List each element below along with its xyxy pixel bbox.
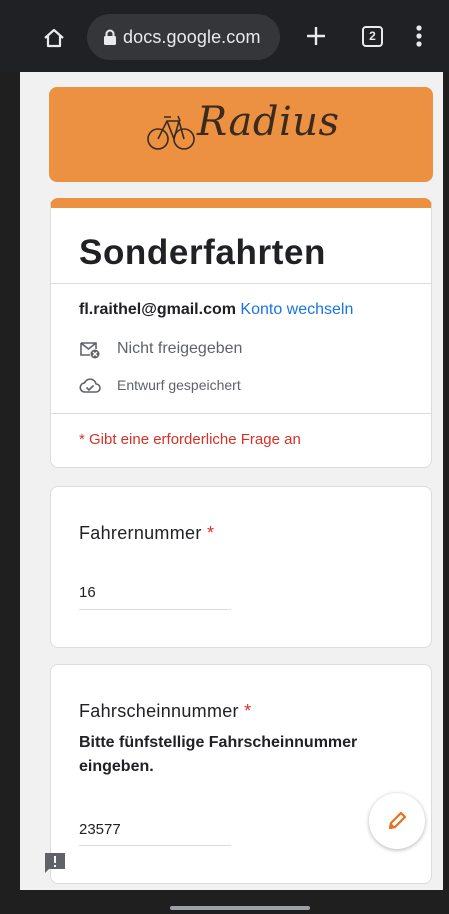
question-card-fahrscheinnummer: Fahrscheinnummer * Bitte fünfstellige Fa… [50,664,432,884]
share-status-text: Nicht freigegeben [117,340,243,357]
account-email: fl.raithel@gmail.com [79,301,236,318]
lock-icon [104,29,116,45]
plus-icon[interactable] [304,24,328,48]
feedback-icon[interactable] [43,851,67,875]
required-marker: * [244,701,252,721]
switch-account-link[interactable]: Konto wechseln [240,301,353,318]
save-status-text: Entwurf gespeichert [117,377,241,393]
answer-input[interactable]: 23577 [79,821,121,838]
answer-underline [79,609,231,610]
form-banner: Radius [49,87,433,182]
bicycle-icon [147,115,195,150]
question-title: Fahrscheinnummer * [79,701,251,722]
divider [51,413,431,414]
address-bar[interactable]: docs.google.com [87,14,280,60]
browser-toolbar: docs.google.com 2 [0,0,449,72]
account-line: fl.raithel@gmail.com Konto wechseln [79,301,353,319]
pencil-icon [388,811,407,830]
edit-fab-button[interactable] [369,793,425,849]
home-icon[interactable] [42,26,66,50]
answer-input[interactable]: 16 [79,584,96,601]
url-text: docs.google.com [123,27,261,47]
question-title-text: Fahrscheinnummer [79,701,239,721]
save-status-row: Entwurf gespeichert [79,374,241,396]
answer-underline [79,845,231,846]
more-vert-icon[interactable] [416,25,422,47]
unshared-icon [80,342,100,359]
share-status-row: Nicht freigegeben [79,338,242,360]
question-description: Bitte fünfstellige Fahrscheinnummer eing… [79,734,358,775]
required-marker: * [206,523,215,543]
divider [51,283,431,284]
question-card-fahrernummer: Fahrernummer * 16 [50,486,432,648]
system-nav-bar [0,890,449,914]
cloud-done-icon [79,378,101,393]
question-title-text: Fahrernummer [79,523,202,543]
tab-switcher-button[interactable]: 2 [362,26,383,47]
required-note: * Gibt eine erforderliche Frage an [79,431,301,448]
gesture-handle[interactable] [170,906,310,910]
banner-brand-text: Radius [197,99,340,145]
page-viewport: Radius Sonderfahrten fl.raithel@gmail.co… [20,72,443,890]
question-title: Fahrernummer * [79,523,214,544]
page-title: Sonderfahrten [79,233,326,272]
form-header-card: Sonderfahrten fl.raithel@gmail.com Konto… [50,198,432,468]
